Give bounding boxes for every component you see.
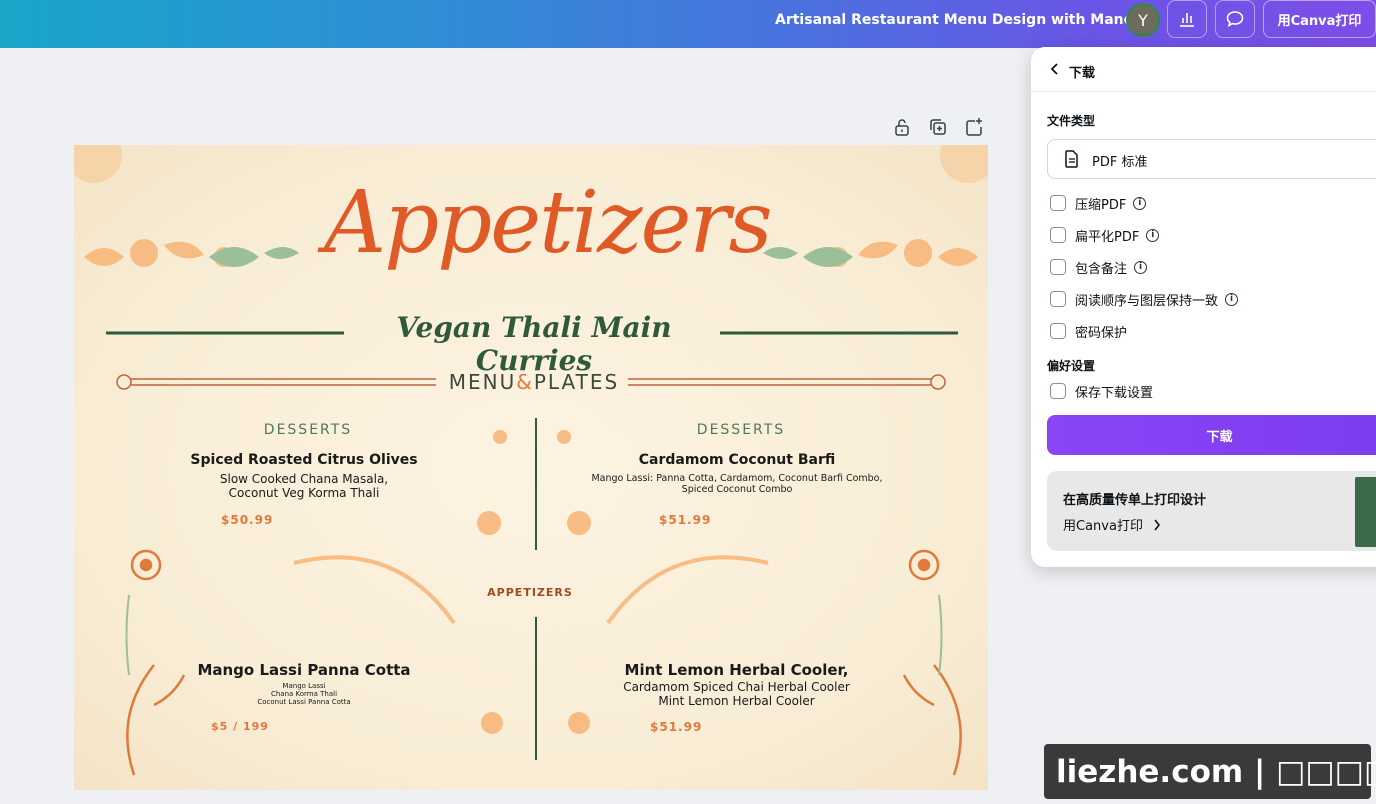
- file-type-select[interactable]: PDF 标准: [1047, 139, 1376, 179]
- avatar[interactable]: Y: [1126, 3, 1160, 37]
- checkbox[interactable]: [1050, 227, 1066, 243]
- item-description[interactable]: Slow Cooked Chana Masala, Coconut Veg Ko…: [174, 472, 434, 501]
- option-save-settings[interactable]: 保存下载设置: [1050, 382, 1154, 401]
- checkbox[interactable]: [1050, 383, 1066, 399]
- item-name[interactable]: Mango Lassi Panna Cotta: [174, 661, 434, 679]
- headline[interactable]: Appetizers: [324, 173, 773, 273]
- option-label: 包含备注: [1075, 261, 1128, 277]
- item-description-line: Coconut Veg Korma Thali: [228, 485, 380, 500]
- flyer-thumbnail: [1355, 477, 1376, 547]
- item-description-line: Mango Lassi: [282, 682, 326, 690]
- item-description[interactable]: Mango Lassi: Panna Cotta, Cardamom, Coco…: [577, 473, 897, 496]
- document-icon: [1065, 150, 1078, 168]
- document-title[interactable]: Artisanal Restaurant Menu Design with Ma…: [775, 12, 1157, 28]
- checkbox[interactable]: [1050, 195, 1066, 211]
- file-type-label: 文件类型: [1047, 114, 1096, 128]
- banner-left-text: MENU: [448, 370, 517, 394]
- category-label[interactable]: DESSERTS: [208, 422, 408, 438]
- insights-button[interactable]: [1167, 0, 1207, 38]
- info-icon[interactable]: i: [1225, 292, 1239, 306]
- print-promo-card[interactable]: 在高质量传单上打印设计 用Canva打印: [1047, 471, 1376, 551]
- menu-plates-banner[interactable]: MENU&PLATES: [414, 370, 654, 394]
- item-name[interactable]: Cardamom Coconut Barfi: [607, 452, 867, 468]
- promo-link[interactable]: 用Canva打印: [1063, 515, 1161, 534]
- panel-title: 下载: [1069, 66, 1096, 81]
- option-label: 压缩PDF: [1075, 197, 1127, 213]
- top-bar: Artisanal Restaurant Menu Design with Ma…: [0, 0, 1376, 48]
- option-reading-order[interactable]: 阅读顺序与图层保持一致 i: [1050, 290, 1239, 309]
- chevron-right-icon: [1154, 519, 1160, 530]
- item-description-line: Cardamom Spiced Chai Herbal Cooler: [623, 680, 850, 694]
- duplicate-page-icon[interactable]: [928, 117, 948, 137]
- preferences-label: 偏好设置: [1047, 359, 1096, 373]
- item-description-line: Coconut Lassi Panna Cotta: [257, 698, 351, 707]
- download-button[interactable]: 下载: [1047, 415, 1376, 455]
- item-name[interactable]: Mint Lemon Herbal Cooler,: [594, 661, 879, 679]
- center-label[interactable]: APPETIZERS: [470, 586, 590, 599]
- comment-icon: [1226, 11, 1244, 28]
- item-description-line: Mint Lemon Herbal Cooler: [658, 693, 815, 708]
- info-icon[interactable]: i: [1134, 260, 1148, 274]
- checkbox[interactable]: [1050, 291, 1066, 307]
- item-description[interactable]: Cardamom Spiced Chai Herbal Cooler Mint …: [594, 680, 879, 709]
- download-panel: 下载 文件类型 PDF 标准 压缩PDF i 扁平化PDF i 包含备注 i 阅…: [1031, 47, 1376, 567]
- option-label: 阅读顺序与图层保持一致: [1075, 293, 1219, 309]
- print-with-canva-button[interactable]: 用Canva打印: [1263, 0, 1376, 38]
- option-flatten-pdf[interactable]: 扁平化PDF i: [1050, 226, 1160, 245]
- lock-icon[interactable]: [892, 117, 912, 137]
- add-page-icon[interactable]: [964, 117, 984, 137]
- option-label: 扁平化PDF: [1075, 229, 1140, 245]
- item-description[interactable]: Mango Lassi Chana Korma Thali Coconut La…: [204, 682, 404, 706]
- item-price[interactable]: $5 / 199: [211, 720, 269, 733]
- comment-button[interactable]: [1215, 0, 1255, 38]
- checkbox[interactable]: [1050, 259, 1066, 275]
- option-compress-pdf[interactable]: 压缩PDF i: [1050, 194, 1147, 213]
- option-password-protect[interactable]: 密码保护: [1050, 322, 1128, 341]
- option-include-notes[interactable]: 包含备注 i: [1050, 258, 1148, 277]
- banner-right-text: PLATES: [533, 370, 620, 394]
- item-description-line: Slow Cooked Chana Masala,: [219, 472, 389, 486]
- panel-header: 下载: [1031, 47, 1376, 92]
- promo-title: 在高质量传单上打印设计: [1063, 493, 1207, 508]
- option-label: 保存下载设置: [1075, 385, 1154, 401]
- banner-ampersand: &: [516, 370, 534, 394]
- file-type-value: PDF 标准: [1092, 155, 1148, 170]
- design-canvas[interactable]: Appetizers Vegan Thali Main Curries MENU…: [74, 145, 988, 790]
- info-icon[interactable]: i: [1133, 196, 1147, 210]
- promo-link-label: 用Canva打印: [1063, 519, 1143, 534]
- subheading[interactable]: Vegan Thali Main Curries: [344, 311, 724, 377]
- item-price[interactable]: $50.99: [221, 513, 273, 527]
- item-price[interactable]: $51.99: [659, 513, 711, 527]
- info-icon[interactable]: i: [1146, 228, 1160, 242]
- item-description-line: Chana Korma Thali: [270, 690, 338, 699]
- checkbox[interactable]: [1050, 323, 1066, 339]
- watermark: liezhe.com | □□□□: [1044, 744, 1376, 799]
- bar-chart-icon: [1180, 13, 1194, 27]
- item-name[interactable]: Spiced Roasted Citrus Olives: [174, 452, 434, 468]
- chevron-left-icon[interactable]: [1049, 62, 1061, 76]
- option-label: 密码保护: [1075, 325, 1128, 341]
- item-description-line: Spiced Coconut Combo: [681, 483, 793, 495]
- category-label[interactable]: DESSERTS: [641, 422, 841, 438]
- item-price[interactable]: $51.99: [650, 720, 702, 734]
